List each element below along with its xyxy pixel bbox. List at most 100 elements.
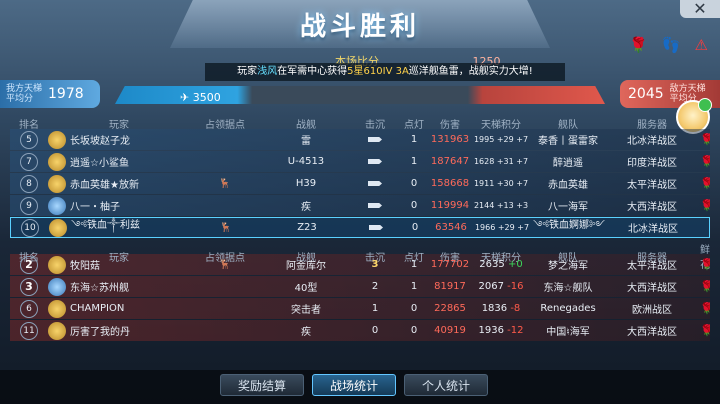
medal-icon xyxy=(48,277,66,296)
medal-icon xyxy=(48,130,66,149)
medal-icon xyxy=(48,299,66,318)
fleet-name: 泰香丨蛋雷家 xyxy=(538,136,598,147)
our-power-value: 3500 xyxy=(192,91,221,104)
footprint-icon[interactable]: 👣 xyxy=(662,36,681,54)
sink-count: 1 xyxy=(410,156,418,167)
enemy-ladder-value: 2045 xyxy=(628,86,664,102)
tab-battle-stats[interactable]: 战场统计 xyxy=(312,374,396,396)
player-name: 厉害了我的丹 xyxy=(70,327,130,338)
fleet-name: 梦之海军 xyxy=(548,261,588,272)
tab-rewards[interactable]: 奖励结算 xyxy=(220,374,304,396)
ship-icon xyxy=(352,200,398,211)
ladder-delta: -12 xyxy=(507,325,524,336)
rank-badge: 7 xyxy=(20,152,38,171)
table-row[interactable]: 8 赤血英雄★放新 🦌 H39 0 158668 1911 +30 +7 赤血英… xyxy=(10,173,710,194)
damage-value: 158668 xyxy=(430,178,470,189)
rank-badge: 6 xyxy=(20,299,38,318)
player-name: 牧阳菇 xyxy=(70,261,100,272)
flower-icon[interactable]: 🌹 xyxy=(700,199,710,212)
ship-name: 疾 xyxy=(301,327,311,338)
col-damage: 伤害 xyxy=(440,120,460,131)
fleet-name: 中国♮海军 xyxy=(546,327,590,338)
broadcast-mid: 在军需中心获得 xyxy=(277,66,348,77)
sink-count: 1 xyxy=(371,303,379,314)
ship-name: H39 xyxy=(295,178,317,189)
flower-icon[interactable]: 🌹 xyxy=(700,133,710,146)
server-name: 大西洋战区 xyxy=(627,202,677,213)
report-icon[interactable]: ⚠ xyxy=(695,36,708,54)
ship-name: Z23 xyxy=(297,222,317,233)
damage-value: 22865 xyxy=(434,303,466,314)
tab-personal-stats[interactable]: 个人统计 xyxy=(404,374,488,396)
capture-icon: 🦌 xyxy=(218,259,232,270)
ladder-points: 1628 +31 +7 xyxy=(473,157,529,166)
player-name: 东海☆苏州舰 xyxy=(70,283,129,294)
col-player: 玩家 xyxy=(109,120,129,131)
flower-icon[interactable]: 🌹 xyxy=(700,280,710,293)
col-server: 服务器 xyxy=(637,120,667,131)
ladder-delta: -16 xyxy=(507,281,524,292)
ladder-points: 2067 xyxy=(478,281,504,292)
medal-icon xyxy=(48,255,66,274)
light-count: 0 xyxy=(410,303,418,314)
server-name: 北冰洋战区 xyxy=(628,224,678,235)
table-row-self[interactable]: 10 ༺铁血༒利兹 🦌 Z23 0 63546 1966 +29 +7 ༺铁血婀… xyxy=(10,217,710,238)
rank-badge: 5 xyxy=(20,130,38,149)
flower-icon[interactable]: 🌹 xyxy=(700,177,710,190)
light-count: 0 xyxy=(410,325,418,336)
flower-icon[interactable]: 🌹 xyxy=(629,36,648,54)
flower-icon[interactable]: 🌹 xyxy=(700,155,710,168)
flower-icon[interactable]: 🌹 xyxy=(700,324,710,337)
close-button[interactable]: ✕ xyxy=(680,0,720,18)
server-name: 太平洋战区 xyxy=(627,261,677,272)
ladder-points: 1911 +30 +7 xyxy=(473,179,529,188)
server-name: 印度洋战区 xyxy=(627,158,677,169)
player-name: 八一・柚子 xyxy=(70,202,120,213)
ship-name: 疾 xyxy=(301,202,311,213)
table-row[interactable]: 3 东海☆苏州舰 40型 2 1 81917 2067 -16 东海☆舰队 大西… xyxy=(10,276,710,297)
damage-value: 81917 xyxy=(434,281,466,292)
fleet-name: 东海☆舰队 xyxy=(543,283,593,294)
rank-badge: 10 xyxy=(21,218,39,237)
flower-icon[interactable]: 🌹 xyxy=(700,302,710,315)
broadcast-post: 巡洋舰鱼雷，战舰实力大增! xyxy=(408,66,533,77)
sink-count: 3 xyxy=(371,259,379,270)
table-row[interactable]: 11 厉害了我的丹 疾 0 0 40919 1936 -12 中国♮海军 大西洋… xyxy=(10,320,710,341)
rank-badge: 9 xyxy=(20,196,38,215)
result-tabs: 奖励结算 战场统计 个人统计 xyxy=(220,374,488,396)
rank-badge: 2 xyxy=(20,255,38,274)
rank-badge: 11 xyxy=(20,321,38,340)
broadcast-message: 玩家浅风在军需中心获得5星610IV 3A巡洋舰鱼雷，战舰实力大增! xyxy=(205,63,565,81)
ladder-points: 2635 xyxy=(479,259,505,270)
light-count: 1 xyxy=(410,281,418,292)
fleet-name: ༺铁血婀娜༻ xyxy=(533,219,605,231)
top-right-icons: 🌹 👣 ⚠ xyxy=(629,36,708,54)
ship-icon xyxy=(352,156,398,167)
ship-name: 突击者 xyxy=(291,305,321,316)
capture-icon: 🦌 xyxy=(219,222,233,233)
our-ladder-badge: 我方天梯平均分 1978 xyxy=(0,80,100,108)
damage-value: 187647 xyxy=(430,156,470,167)
table-row[interactable]: 5 长坂坡赵子龙 雷 1 131963 1995 +29 +7 泰香丨蛋雷家 北… xyxy=(10,129,710,150)
col-rank: 排名 xyxy=(19,120,39,131)
broadcast-item: 5星610IV 3A xyxy=(347,66,409,77)
light-count: 1 xyxy=(410,259,418,270)
rank-badge: 3 xyxy=(20,277,38,296)
damage-value: 119994 xyxy=(430,200,470,211)
col-sink: 击沉 xyxy=(365,120,385,131)
ship-icon xyxy=(353,222,399,233)
col-ship: 战舰 xyxy=(296,120,316,131)
broadcast-player: 浅风 xyxy=(257,66,278,77)
sink-count: 0 xyxy=(371,325,379,336)
col-capture: 占领据点 xyxy=(205,120,245,131)
medal-icon xyxy=(48,174,66,193)
table-row[interactable]: 7 逍遥☆小鲨鱼 U-4513 1 187647 1628 +31 +7 醉逍遥… xyxy=(10,151,710,172)
ladder-points: 2144 +13 +3 xyxy=(473,201,529,210)
flower-icon[interactable]: 🌹 xyxy=(700,258,710,271)
medal-icon xyxy=(48,321,66,340)
ship-icon xyxy=(352,134,398,145)
capture-icon: 🦌 xyxy=(218,178,232,189)
our-power: ✈ 3500 xyxy=(180,91,221,104)
table-row[interactable]: 6 CHAMPION 突击者 1 0 22865 1836 -8 Renegad… xyxy=(10,298,710,319)
ladder-points: 1836 xyxy=(481,303,508,314)
